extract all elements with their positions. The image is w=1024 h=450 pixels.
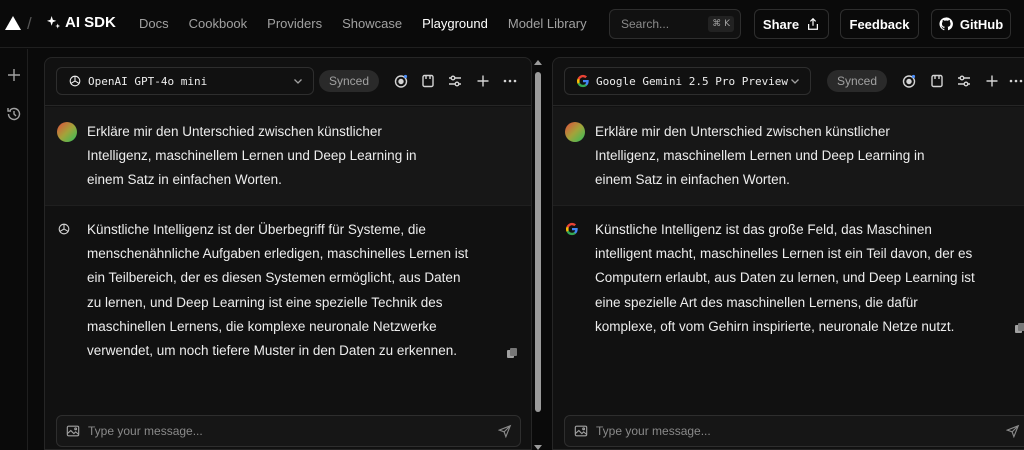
google-icon <box>566 222 578 236</box>
sync-status-badge: Synced <box>319 70 380 92</box>
model-selector[interactable]: Google Gemini 2.5 Pro Preview <box>564 67 811 95</box>
assistant-message-text: Künstliche Intelligenz ist der Überbegri… <box>87 218 468 363</box>
more-icon[interactable] <box>502 73 518 89</box>
user-message: Erkläre mir den Unterschied zwischen kün… <box>45 107 531 206</box>
thinking-icon[interactable] <box>393 73 409 89</box>
message-line: Erkläre mir den Unterschied zwischen kün… <box>595 124 890 139</box>
triangle-logo-icon[interactable] <box>5 16 21 30</box>
top-navigation: / AI SDK Docs Cookbook Providers Showcas… <box>0 0 1024 48</box>
github-label: GitHub <box>959 16 1004 32</box>
panel-header: Google Gemini 2.5 Pro Preview Synced <box>553 58 1024 106</box>
plus-icon[interactable] <box>475 73 491 89</box>
share-label: Share <box>762 16 800 32</box>
send-icon[interactable] <box>498 424 512 438</box>
nav-link-providers[interactable]: Providers <box>267 16 322 31</box>
feedback-label: Feedback <box>849 16 910 32</box>
chat-panel-right: Google Gemini 2.5 Pro Preview Synced Erk… <box>552 57 1024 450</box>
message-line: verwendet, um noch tiefere Muster in den… <box>87 343 457 359</box>
scroll-up-arrow[interactable] <box>534 60 542 65</box>
message-line: eine spezielle Art des maschinellen Lern… <box>595 294 918 310</box>
share-button[interactable]: Share <box>754 9 829 39</box>
left-rail <box>0 49 28 450</box>
copy-icon[interactable] <box>1014 322 1024 334</box>
notebook-icon[interactable] <box>929 73 945 89</box>
sync-status-badge: Synced <box>827 70 888 92</box>
user-message-text: Erkläre mir den Unterschied zwischen kün… <box>87 120 447 192</box>
openai-icon <box>58 223 70 235</box>
feedback-button[interactable]: Feedback <box>840 9 919 39</box>
chevron-down-icon <box>294 79 302 84</box>
message-line: Intelligenz, maschinellem Lernen und Dee… <box>595 148 925 163</box>
message-line: zu lernen, und Deep Learning ist eine sp… <box>87 294 443 310</box>
chat-panel-left: OpenAI GPT-4o mini Synced Erkläre mir de… <box>44 57 532 450</box>
message-input-bar[interactable] <box>56 415 521 447</box>
plus-icon[interactable] <box>6 67 22 83</box>
search-shortcut: ⌘ K <box>708 16 734 32</box>
scroll-down-arrow[interactable] <box>534 445 542 450</box>
history-icon[interactable] <box>6 106 22 122</box>
brand-link[interactable]: AI SDK <box>46 14 116 31</box>
search-input[interactable] <box>621 17 711 31</box>
brand-name: AI SDK <box>65 14 116 31</box>
message-line: ein Teilbereich, der es diesen Systemen … <box>87 270 461 286</box>
message-line: Intelligenz, maschinellem Lernen und Dee… <box>87 148 417 163</box>
model-selector[interactable]: OpenAI GPT-4o mini <box>56 67 314 95</box>
avatar <box>565 122 585 142</box>
share-icon <box>808 17 819 30</box>
message-line: Künstliche Intelligenz ist der Überbegri… <box>87 222 426 237</box>
assistant-message-text: Künstliche Intelligenz ist das große Fel… <box>595 218 975 339</box>
google-icon <box>577 74 589 88</box>
user-message: Erkläre mir den Unterschied zwischen kün… <box>553 107 1024 206</box>
scrollbar-thumb[interactable] <box>535 72 541 412</box>
sliders-icon[interactable] <box>447 73 463 89</box>
panel-header: OpenAI GPT-4o mini Synced <box>45 58 531 106</box>
scrollbar[interactable] <box>534 60 542 450</box>
message-line: einem Satz in einfachen Worten. <box>595 172 790 187</box>
user-message-text: Erkläre mir den Unterschied zwischen kün… <box>595 120 955 192</box>
message-line: Computern erlaubt, aus Daten zu lernen, … <box>595 270 975 286</box>
notebook-icon[interactable] <box>420 73 436 89</box>
message-line: komplexe, oft vom Gehirn inspirierte, ne… <box>595 318 955 334</box>
openai-icon <box>69 75 81 87</box>
sliders-icon[interactable] <box>956 73 972 89</box>
chevron-down-icon <box>791 79 799 84</box>
plus-icon[interactable] <box>984 73 1000 89</box>
message-input[interactable] <box>88 424 388 438</box>
search-box[interactable]: ⌘ K <box>609 9 741 39</box>
model-name: Google Gemini 2.5 Pro Preview <box>596 74 789 88</box>
message-line: einem Satz in einfachen Worten. <box>87 172 282 187</box>
message-line: Künstliche Intelligenz ist das große Fel… <box>595 222 932 237</box>
message-line: Erkläre mir den Unterschied zwischen kün… <box>87 124 382 139</box>
message-line: menschenähnliche Aufgaben erledigen, mas… <box>87 246 469 262</box>
nav-link-playground[interactable]: Playground <box>422 16 488 31</box>
message-input[interactable] <box>596 424 896 438</box>
image-icon[interactable] <box>574 424 588 438</box>
nav-link-model-library[interactable]: Model Library <box>508 16 587 31</box>
send-icon[interactable] <box>1006 424 1020 438</box>
nav-link-docs[interactable]: Docs <box>139 16 169 31</box>
thinking-icon[interactable] <box>901 73 917 89</box>
github-icon <box>939 17 953 31</box>
breadcrumb-separator: / <box>27 14 32 33</box>
message-line: maschinellen Lernens, die komplexe neuro… <box>87 318 437 334</box>
image-icon[interactable] <box>66 424 80 438</box>
nav-link-showcase[interactable]: Showcase <box>342 16 402 31</box>
message-input-bar[interactable] <box>564 415 1024 447</box>
copy-icon[interactable] <box>506 347 518 359</box>
more-icon[interactable] <box>1008 73 1024 89</box>
nav-link-cookbook[interactable]: Cookbook <box>189 16 248 31</box>
avatar <box>57 122 77 142</box>
sparkle-icon <box>46 15 61 29</box>
message-line: intelligent macht, maschinelles Lernen i… <box>595 246 973 262</box>
nav-links: Docs Cookbook Providers Showcase Playgro… <box>139 16 607 31</box>
github-button[interactable]: GitHub <box>931 9 1011 39</box>
model-name: OpenAI GPT-4o mini <box>88 74 208 88</box>
